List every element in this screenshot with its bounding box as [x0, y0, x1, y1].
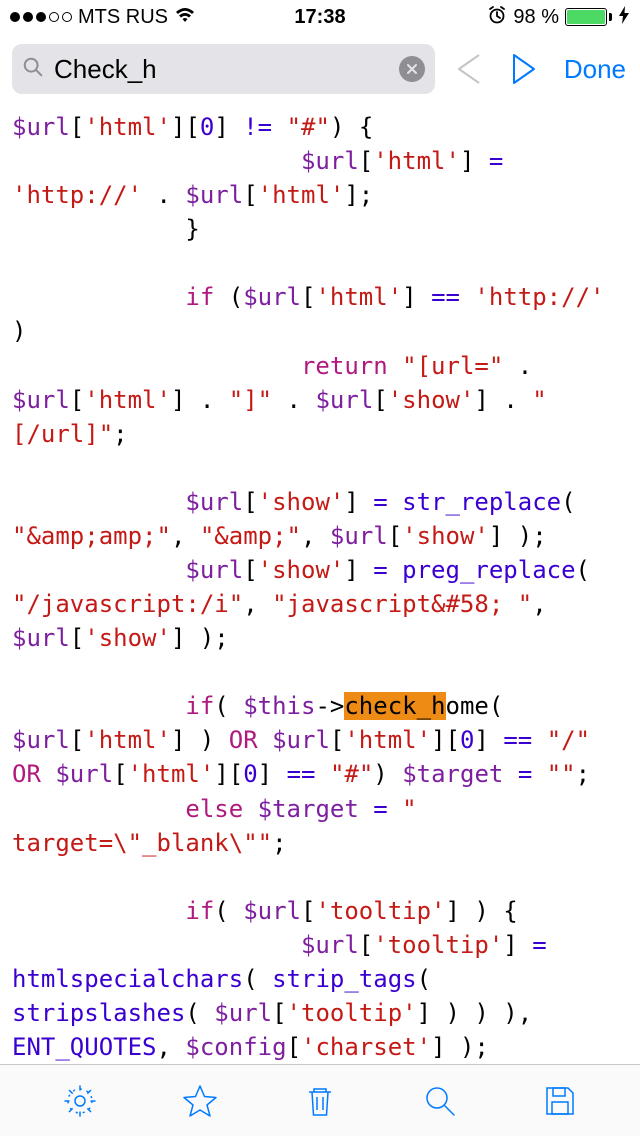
search-input[interactable] [54, 54, 389, 85]
charging-icon [618, 5, 630, 30]
bottom-toolbar [0, 1064, 640, 1136]
code-editor[interactable]: $url['html'][0] != "#") { $url['html'] =… [0, 104, 640, 1064]
favorite-button[interactable] [178, 1079, 222, 1123]
search-toolbar: Done [0, 34, 640, 104]
search-box[interactable] [12, 44, 435, 94]
alarm-icon [487, 5, 507, 30]
status-bar: MTS RUS 17:38 98 % [0, 0, 640, 34]
status-left: MTS RUS [10, 6, 196, 29]
settings-button[interactable] [58, 1079, 102, 1123]
search-icon [22, 56, 44, 83]
search-button[interactable] [418, 1079, 462, 1123]
clock-label: 17:38 [294, 6, 345, 29]
find-previous-button[interactable] [449, 48, 489, 90]
search-icon [421, 1082, 459, 1120]
gear-icon [61, 1082, 99, 1120]
carrier-label: MTS RUS [78, 6, 168, 29]
wifi-icon [174, 7, 196, 28]
clear-search-button[interactable] [399, 56, 425, 82]
save-button[interactable] [538, 1079, 582, 1123]
battery-icon [565, 8, 612, 26]
signal-dots-icon [10, 12, 72, 22]
floppy-icon [541, 1082, 579, 1120]
trash-icon [301, 1082, 339, 1120]
done-button[interactable]: Done [558, 54, 626, 85]
find-next-button[interactable] [503, 48, 543, 90]
status-right: 98 % [487, 5, 630, 30]
delete-button[interactable] [298, 1079, 342, 1123]
star-icon [181, 1082, 219, 1120]
battery-percent-label: 98 % [513, 6, 559, 29]
search-highlight: check_h [344, 692, 445, 720]
